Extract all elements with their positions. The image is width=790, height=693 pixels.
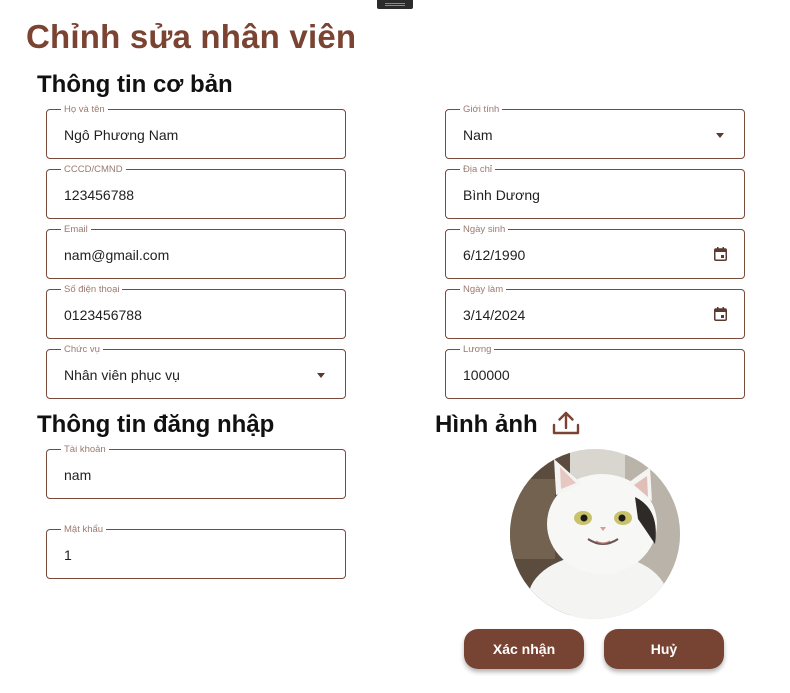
salary-label: Lương — [460, 344, 495, 355]
position-select[interactable]: Chức vụ Nhân viên phục vụ — [46, 344, 346, 399]
birth-date-label: Ngày sinh — [460, 224, 509, 235]
section-title-basic: Thông tin cơ bản — [37, 71, 233, 98]
section-title-image: Hình ảnh — [435, 411, 538, 438]
position-label: Chức vụ — [61, 344, 103, 355]
id-card-label: CCCD/CMND — [61, 164, 126, 175]
email-field[interactable]: Email nam@gmail.com — [46, 224, 346, 279]
cat-photo — [510, 449, 680, 619]
start-date-label: Ngày làm — [460, 284, 507, 295]
start-date-field[interactable]: Ngày làm 3/14/2024 — [445, 284, 745, 339]
username-field[interactable]: Tài khoản nam — [46, 444, 346, 499]
full-name-field[interactable]: Họ và tên Ngô Phương Nam — [46, 104, 346, 159]
birth-date-field[interactable]: Ngày sinh 6/12/1990 — [445, 224, 745, 279]
employee-avatar — [510, 449, 680, 619]
calendar-icon[interactable] — [714, 247, 727, 261]
address-field[interactable]: Địa chỉ Bình Dương — [445, 164, 745, 219]
phone-label: Số điện thoại — [61, 284, 123, 295]
cancel-button[interactable]: Huỷ — [604, 629, 724, 669]
page-title: Chỉnh sửa nhân viên — [26, 18, 357, 55]
id-card-value: 123456788 — [64, 187, 135, 203]
full-name-value: Ngô Phương Nam — [64, 127, 179, 143]
salary-value: 100000 — [463, 367, 510, 383]
gender-value: Nam — [463, 127, 493, 143]
password-field[interactable]: Mật khẩu 1 — [46, 524, 346, 579]
address-value: Bình Dương — [463, 187, 540, 203]
position-value: Nhân viên phục vụ — [64, 367, 180, 383]
username-label: Tài khoản — [61, 444, 109, 455]
chevron-down-icon[interactable] — [317, 373, 325, 378]
birth-date-value: 6/12/1990 — [463, 247, 526, 263]
confirm-button[interactable]: Xác nhận — [464, 629, 584, 669]
gender-label: Giới tính — [460, 104, 503, 115]
username-value: nam — [64, 467, 92, 483]
salary-field[interactable]: Lương 100000 — [445, 344, 745, 399]
upload-icon[interactable] — [551, 410, 581, 436]
gender-select[interactable]: Giới tính Nam — [445, 104, 745, 159]
calendar-icon[interactable] — [714, 307, 727, 321]
phone-value: 0123456788 — [64, 307, 142, 323]
start-date-value: 3/14/2024 — [463, 307, 526, 323]
email-value: nam@gmail.com — [64, 247, 170, 263]
chevron-down-icon[interactable] — [716, 133, 724, 138]
address-label: Địa chỉ — [460, 164, 496, 175]
phone-field[interactable]: Số điện thoại 0123456788 — [46, 284, 346, 339]
id-card-field[interactable]: CCCD/CMND 123456788 — [46, 164, 346, 219]
password-value: 1 — [64, 547, 72, 563]
drag-handle[interactable] — [377, 0, 413, 9]
section-title-login: Thông tin đăng nhập — [37, 411, 275, 438]
full-name-label: Họ và tên — [61, 104, 108, 115]
email-label: Email — [61, 224, 91, 235]
password-label: Mật khẩu — [61, 524, 107, 535]
